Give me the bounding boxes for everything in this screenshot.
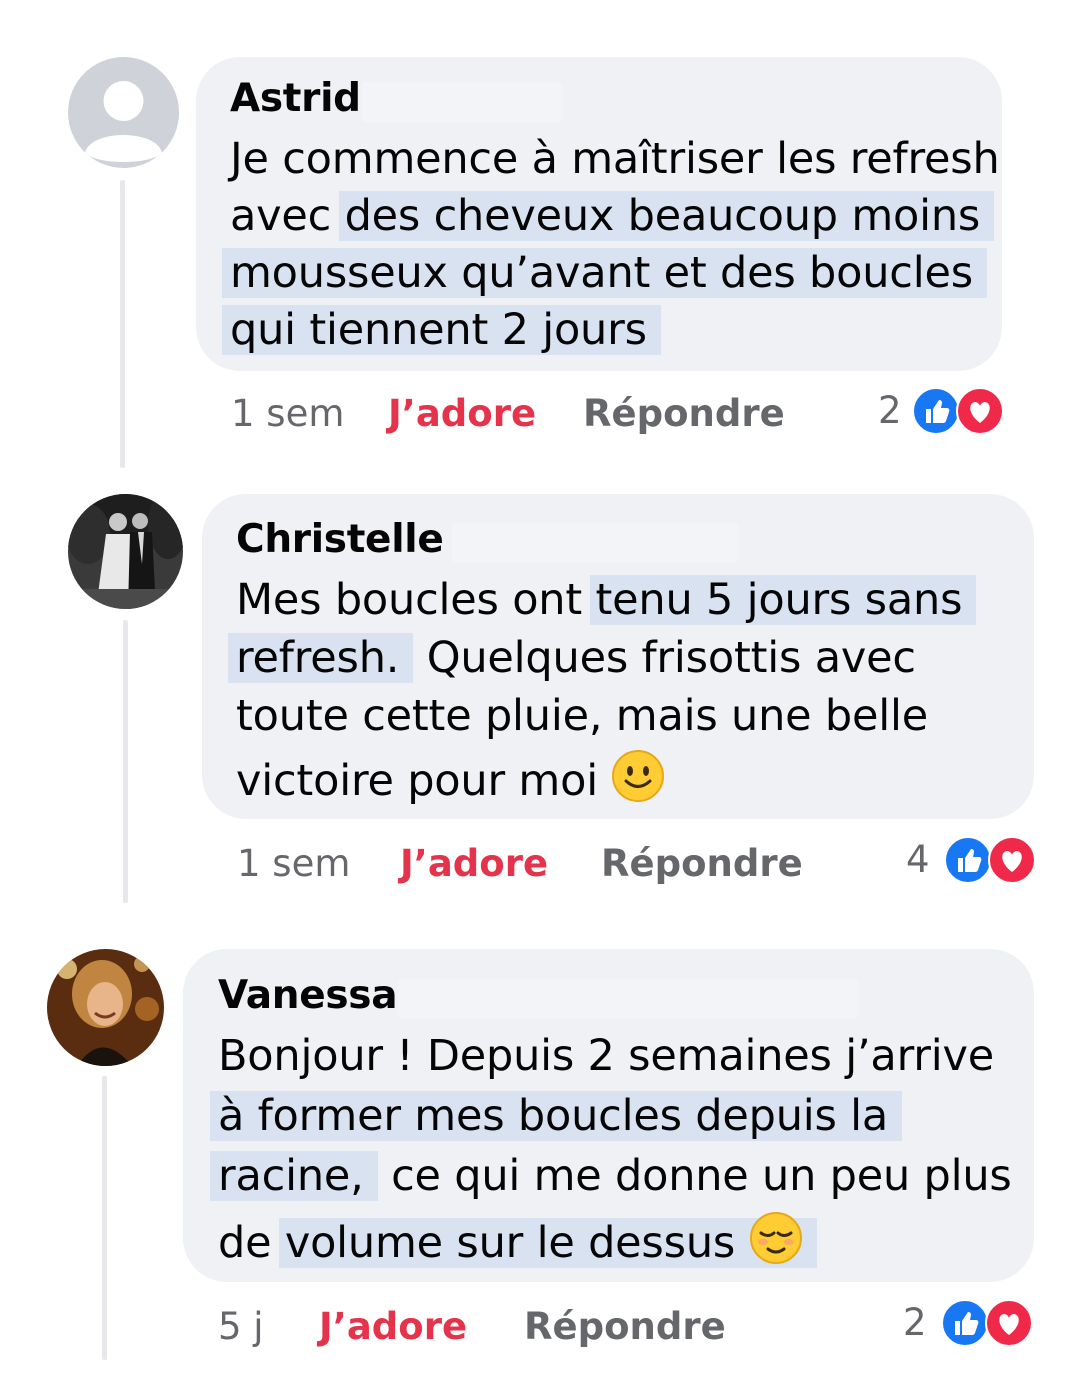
timestamp[interactable]: 5 j — [218, 1305, 264, 1348]
highlighted-text: racine, — [210, 1151, 378, 1201]
author-name[interactable]: Vanessa — [218, 973, 398, 1018]
comment-vanessa: Vanessa Bonjour ! Depuis 2 semaines j’ar… — [0, 0, 1080, 1378]
relieved-face-icon — [749, 1211, 803, 1276]
comment-text: ce qui me donne un peu plus — [391, 1151, 1012, 1201]
comment-text-line: de volume sur le dessus — [218, 1211, 817, 1276]
comment-actions: J’adore — [319, 1305, 467, 1348]
comment-text: Bonjour ! Depuis 2 semaines j’arrive — [218, 1031, 995, 1081]
reaction-summary[interactable]: 2 — [903, 1299, 1035, 1347]
reaction-count: 2 — [903, 1301, 927, 1344]
highlighted-text: volume sur le dessus — [278, 1212, 817, 1268]
like-icon — [941, 1299, 989, 1347]
comment-text-line: à former mes boucles depuis la — [210, 1091, 903, 1141]
comment-text: de — [218, 1218, 272, 1268]
highlighted-text-content: volume sur le dessus — [284, 1218, 736, 1268]
heart-icon — [985, 1299, 1033, 1347]
highlighted-text: à former mes boucles depuis la — [210, 1091, 903, 1141]
redacted-name — [398, 979, 858, 1019]
thread-line — [102, 1076, 107, 1360]
comment-text-line: Bonjour ! Depuis 2 semaines j’arrive — [218, 1031, 994, 1081]
comment-text-line: racine, ce qui me donne un peu plus — [210, 1151, 1012, 1201]
comment-actions: 5 j — [218, 1305, 264, 1348]
avatar[interactable] — [47, 949, 164, 1066]
reply-button[interactable]: Répondre — [524, 1305, 726, 1348]
love-button[interactable]: J’adore — [319, 1305, 467, 1348]
comment-actions: Répondre — [524, 1305, 726, 1348]
